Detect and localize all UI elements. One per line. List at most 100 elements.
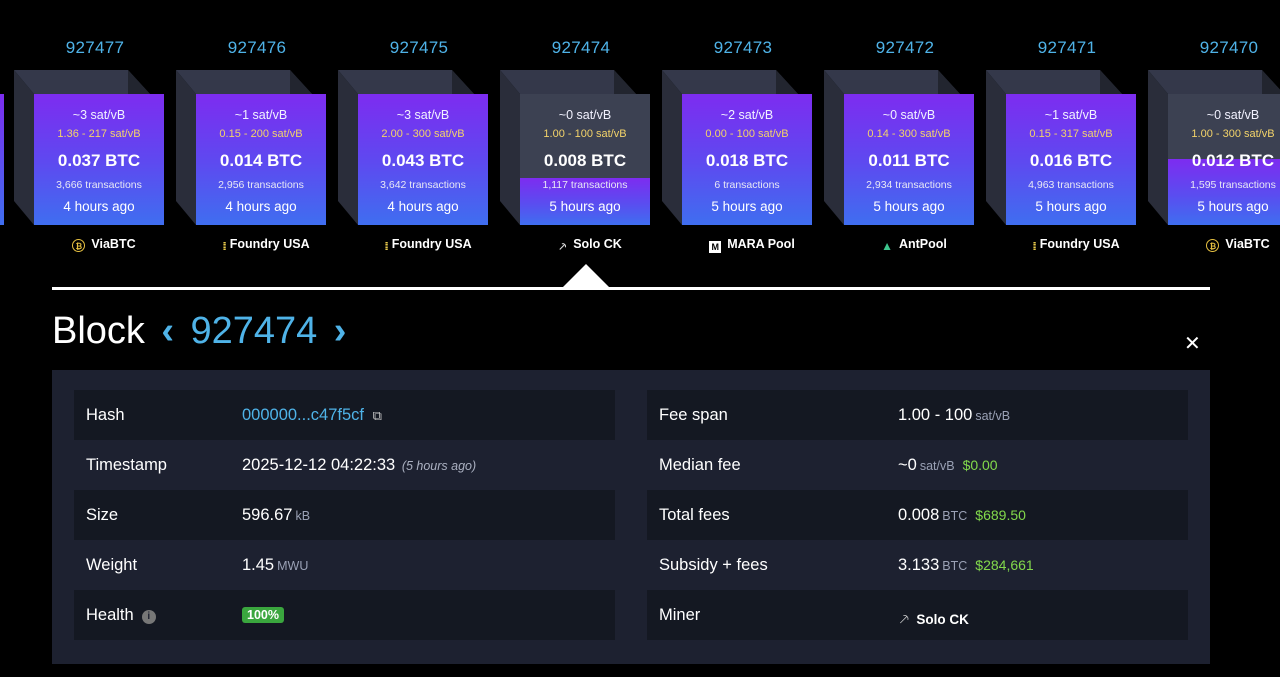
block-height[interactable]: 927473 [662,38,824,58]
mining-pool[interactable]: ▲ AntPool [824,237,1004,253]
block-927475[interactable]: 927475 ~3 sat/vB 2.00 - 300 sat/vB 0.043 BT… [338,30,500,260]
block-age: 5 hours ago [1035,199,1107,214]
weight-label: Weight [86,556,138,574]
block-cube[interactable]: ~0 sat/vB 0.14 - 300 sat/vB 0.011 BTC 2,934… [824,70,986,225]
viabtc-icon: ₿ [1206,239,1220,252]
median-feerate: ~0 sat/vB [558,108,612,122]
fee-range: 2.00 - 300 sat/vB [381,128,465,140]
total-fees: 0.018 BTC [705,151,789,170]
block-hash-link[interactable]: 000000...c47f5cf [242,406,364,424]
mining-pool[interactable]: M MARA Pool [662,237,842,253]
block-face[interactable]: ~3 sat/vB 1.36 - 217 sat/vB 0.037 BTC 3,666… [34,94,164,225]
block-927472[interactable]: 927472 ~0 sat/vB 0.14 - 300 sat/vB 0.011 BT… [824,30,986,260]
total-fees: 0.016 BTC [1029,151,1113,170]
block-cube[interactable]: ~0 sat/vB 1.00 - 100 sat/vB 0.008 BTC 1,117… [500,70,662,225]
block-details-panel: Hash 000000...c47f5cf ⧉ Timestamp 2025-1… [52,370,1210,664]
block-face[interactable]: ~2 sat/vB 0.00 - 100 sat/vB 0.018 BTC 6 tra… [682,94,812,225]
weight-unit: MWU [277,559,309,573]
mining-pool[interactable]: ⁞⁞ Foundry USA [986,237,1166,253]
block-927476[interactable]: 927476 ~1 sat/vB 0.15 - 200 sat/vB 0.014 BT… [176,30,338,260]
total-fees: 0.011 BTC [868,151,950,170]
block-face[interactable]: ~3 sat/vB 2.00 - 300 sat/vB 0.043 BTC 3,642… [358,94,488,225]
median-fee-label: Median fee [659,456,741,474]
mining-pool[interactable]: ₿ ViaBTC [14,237,194,252]
cube-top-face [986,70,1122,94]
fee-span-unit: sat/vB [975,409,1011,423]
median-feerate: ~0 sat/vB [882,108,936,122]
subsidy-fees-unit: BTC [942,559,968,573]
pickaxe-icon: ⸕ [898,610,911,628]
block-face[interactable]: ~0 sat/vB 1.00 - 300 sat/vB 0.012 BTC 1,595… [1168,94,1280,225]
weight-row: Weight 1.45 MWU [74,540,615,590]
mining-pool[interactable]: ₿ ViaBTC [1148,237,1280,252]
median-fee-row: Median fee ~0 sat/vB $0.00 [647,440,1188,490]
cube-top-face [338,70,474,94]
block-cube[interactable]: ~1 sat/vB 0.15 - 317 sat/vB 0.016 BTC 4,963… [986,70,1148,225]
cube-left-face [662,70,682,225]
block-height[interactable]: 927471 [986,38,1148,58]
pool-name: ViaBTC [1225,237,1270,251]
hash-row: Hash 000000...c47f5cf ⧉ [74,390,615,440]
fee-range: 0.00 - 100 sat/vB [705,128,789,140]
block-927474[interactable]: 927474 ~0 sat/vB 1.00 - 100 sat/vB 0.008 BT… [500,30,662,260]
block-cube[interactable]: ~3 sat/vB 1.36 - 217 sat/vB 0.037 BTC 3,666… [14,70,176,225]
cube-left-face [176,70,196,225]
foundry-usa-icon: ⁞⁞ [1032,241,1037,253]
antpool-icon: ▲ [881,239,893,253]
cube-left-face [338,70,358,225]
median-fee-usd: $0.00 [962,457,998,473]
block-cube[interactable]: ~3 sat/vB 2.00 - 300 sat/vB 0.043 BTC 3,642… [338,70,500,225]
block-face[interactable]: ~0 sat/vB 1.00 - 100 sat/vB 0.008 BTC 1,117… [520,94,650,225]
close-icon[interactable]: ✕ [1184,331,1201,356]
total-fees: 0.043 BTC [381,151,465,170]
transaction-count: 3,666 transactions [56,179,142,191]
subsidy-fees-label: Subsidy + fees [659,556,768,574]
block-height[interactable]: 927470 [1148,38,1280,58]
pool-name: Solo CK [573,237,622,251]
pool-name: AntPool [898,237,947,251]
size-unit: kB [295,509,311,523]
block-927477[interactable]: 927477 ~3 sat/vB 1.36 - 217 sat/vB 0.037 BT… [14,30,176,260]
fee-range: 0.15 - 317 sat/vB [1029,128,1113,140]
miner-link[interactable]: Solo CK [916,612,969,627]
block-face[interactable]: ~0 sat/vB 0.14 - 300 sat/vB 0.011 BTC 2,934… [844,94,974,225]
block-age: 5 hours ago [711,199,783,214]
block-height[interactable]: 927472 [824,38,986,58]
next-block-icon[interactable]: › [334,310,347,352]
timestamp-label: Timestamp [86,456,167,474]
block-927471[interactable]: 927471 ~1 sat/vB 0.15 - 317 sat/vB 0.016 BT… [986,30,1148,260]
block-face[interactable]: ~1 sat/vB 0.15 - 317 sat/vB 0.016 BTC 4,963… [1006,94,1136,225]
cube-top-face [500,70,636,94]
block-cube[interactable]: ~1 sat/vB 0.15 - 200 sat/vB 0.014 BTC 2,956… [176,70,338,225]
block-927473[interactable]: 927473 ~2 sat/vB 0.00 - 100 sat/vB 0.018 BT… [662,30,824,260]
block-cube[interactable]: ~0 sat/vB 1.00 - 300 sat/vB 0.012 BTC 1,595… [1148,70,1280,225]
transaction-count: 1,117 transactions [542,179,628,191]
miner-label: Miner [659,606,701,624]
foundry-usa-icon: ⁞⁞ [384,241,389,253]
median-fee-value: ~0 [898,456,917,474]
block-height[interactable]: 927476 [176,38,338,58]
cube-left-face [824,70,844,225]
previous-block-icon[interactable]: ‹ [161,310,174,352]
size-label: Size [86,506,119,524]
mining-pool[interactable]: ⁞⁞ Foundry USA [338,237,518,253]
fee-span-value: 1.00 - 100 [898,406,973,424]
timestamp-row: Timestamp 2025-12-12 04:22:33 (5 hours a… [74,440,615,490]
mining-pool[interactable]: ⁞⁞ Foundry USA [176,237,356,253]
mining-pool[interactable]: ⸕ Solo CK [500,237,680,254]
block-age: 5 hours ago [549,199,621,214]
block-cube[interactable]: ~2 sat/vB 0.00 - 100 sat/vB 0.018 BTC 6 tra… [662,70,824,225]
block-927470[interactable]: 927470 ~0 sat/vB 1.00 - 300 sat/vB 0.012 BT… [1148,30,1280,260]
fee-span-label: Fee span [659,406,728,424]
block-height[interactable]: 927477 [14,38,176,58]
pool-name: Foundry USA [1039,237,1120,251]
cube-top-face [1148,70,1280,94]
copy-icon[interactable]: ⧉ [373,408,382,423]
block-height[interactable]: 927474 [500,38,662,58]
block-height[interactable]: 927475 [338,38,500,58]
total-fees-row: Total fees 0.008 BTC $689.50 [647,490,1188,540]
block-face[interactable]: ~1 sat/vB 0.15 - 200 sat/vB 0.014 BTC 2,956… [196,94,326,225]
total-fees-label: Total fees [659,506,730,524]
fee-range: 0.15 - 200 sat/vB [219,128,303,140]
info-icon[interactable]: i [141,610,156,624]
